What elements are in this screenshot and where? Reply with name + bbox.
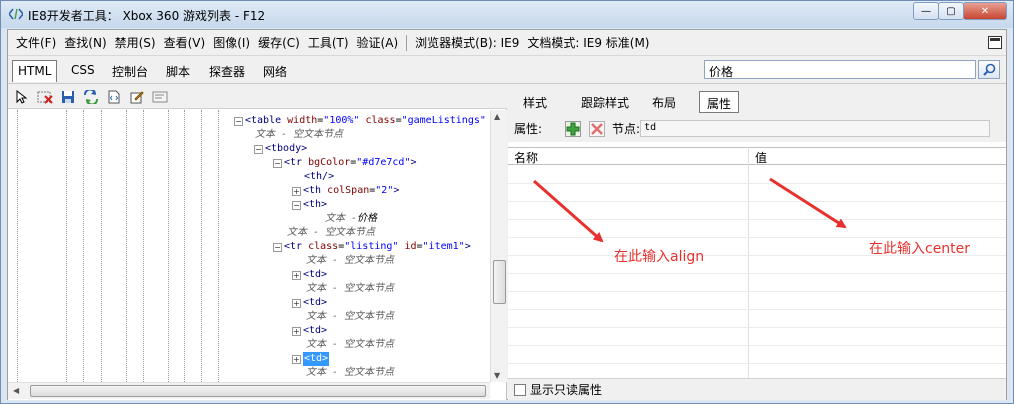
scroll-thumb[interactable] <box>30 385 486 397</box>
annotation-right: 在此输入center <box>869 241 971 257</box>
scroll-up-icon[interactable]: ▲ <box>494 112 500 121</box>
tab-network[interactable]: 网络 <box>258 60 292 82</box>
collapse-icon[interactable]: − <box>254 144 263 154</box>
scroll-thumb[interactable] <box>493 260 506 304</box>
menu-file[interactable]: 文件(F) <box>12 34 60 51</box>
tree-node-th[interactable]: <th/> <box>304 170 334 184</box>
properties-pane: 样式 跟踪样式 布局 属性 属性: 节点: td 名称 值 在此输入align … <box>508 85 1006 400</box>
clear-outline-icon[interactable] <box>37 89 53 105</box>
search-icon <box>982 63 995 76</box>
word-wrap-icon[interactable] <box>152 89 168 105</box>
collapse-icon[interactable]: − <box>273 242 282 252</box>
minimize-button[interactable]: — <box>913 2 939 20</box>
collapse-icon[interactable]: − <box>292 200 301 210</box>
window-title-area: IE8开发者工具： Xbox 360 游戏列表 - F12 <box>8 7 266 24</box>
devtools-client: 文件(F) 查找(N) 禁用(S) 查看(V) 图像(I) 缓存(C) 工具(T… <box>7 29 1007 400</box>
menu-disable[interactable]: 禁用(S) <box>111 34 160 51</box>
title-bar: IE8开发者工具： Xbox 360 游戏列表 - F12 — ▢ ✕ <box>1 1 1013 28</box>
menu-validate[interactable]: 验证(A) <box>353 34 403 51</box>
tree-node-text[interactable]: 文本 - 空文本节点 <box>306 366 394 380</box>
collapse-icon[interactable]: − <box>234 116 243 126</box>
tab-css[interactable]: CSS <box>66 60 100 82</box>
search-input[interactable]: 价格 <box>704 60 976 79</box>
tree-vertical-scrollbar[interactable]: ▲ ▼ <box>490 110 507 382</box>
tree-node-td[interactable]: + <td> <box>292 296 327 310</box>
menu-find[interactable]: 查找(N) <box>60 34 110 51</box>
show-readonly-checkbox[interactable] <box>514 383 526 396</box>
html-toolbar <box>8 85 507 109</box>
tree-node-tbody[interactable]: − <tbody> <box>254 142 307 156</box>
main-tab-bar: HTML CSS 控制台 脚本 探查器 网络 价格 <box>8 57 1006 84</box>
tab-console[interactable]: 控制台 <box>107 60 153 82</box>
expand-icon[interactable]: + <box>292 354 301 364</box>
tree-node-text[interactable]: 文本 - 空文本节点 <box>287 226 375 240</box>
tree-node-th[interactable]: − <th> <box>292 198 327 212</box>
save-icon[interactable] <box>60 89 76 105</box>
annotation-left: 在此输入align <box>614 249 705 265</box>
tab-script[interactable]: 脚本 <box>161 60 195 82</box>
tab-html[interactable]: HTML <box>12 60 58 82</box>
tree-node-table[interactable]: − <table width = "100%" class = "gameListing… <box>234 114 490 128</box>
tree-node-text[interactable]: 文本 - 空文本节点 <box>306 310 394 324</box>
tree-node-text[interactable]: 文本 - 价格 <box>325 212 377 226</box>
maximize-button[interactable]: ▢ <box>938 2 964 20</box>
tree-node-tr[interactable]: − <tr bgColor = "#d7e7cd" > <box>273 156 417 170</box>
devtools-app-icon <box>8 8 24 23</box>
tree-node-text[interactable]: 文本 - 空文本节点 <box>306 282 394 296</box>
minimize-icon: — <box>921 5 931 17</box>
scroll-down-icon[interactable]: ▼ <box>494 371 500 380</box>
edit-icon[interactable] <box>129 89 145 105</box>
menu-separator <box>406 34 408 51</box>
window-title: IE8开发者工具： Xbox 360 游戏列表 - F12 <box>28 9 266 23</box>
html-tree-pane: − <table width = "100%" class = "gameListing… <box>8 85 507 400</box>
tree-node-th[interactable]: + <th colSpan = "2" > <box>292 184 399 198</box>
tab-profiler[interactable]: 探查器 <box>204 60 250 82</box>
menu-tools[interactable]: 工具(T) <box>304 34 353 51</box>
menu-document-mode[interactable]: 文档模式: IE9 标准(M) <box>523 34 653 51</box>
undock-icon[interactable] <box>988 36 1002 49</box>
annotation-arrow-left <box>533 179 604 243</box>
tree-node-text[interactable]: 文本 - 空文本节点 <box>306 338 394 352</box>
tree-node-text[interactable]: 文本 - 空文本节点 <box>255 128 343 142</box>
select-element-icon[interactable] <box>14 89 30 105</box>
expand-icon[interactable]: + <box>292 186 301 196</box>
refresh-icon[interactable] <box>83 89 99 105</box>
annotation-arrow-right <box>769 177 847 229</box>
tree-node-td[interactable]: + <td> <box>292 268 327 282</box>
menu-bar: 文件(F) 查找(N) 禁用(S) 查看(V) 图像(I) 缓存(C) 工具(T… <box>8 30 1006 56</box>
expand-icon[interactable]: + <box>292 326 301 336</box>
dom-tree: − <table width = "100%" class = "gameListing… <box>8 110 490 382</box>
expand-icon[interactable]: + <box>292 298 301 308</box>
tree-node-td[interactable]: + <td> <box>292 324 327 338</box>
maximize-icon: ▢ <box>946 5 956 17</box>
menu-images[interactable]: 图像(I) <box>209 34 254 51</box>
tree-horizontal-scrollbar[interactable]: ◀ <box>8 382 490 399</box>
close-icon: ✕ <box>980 5 990 17</box>
tree-node-tr[interactable]: − <tr class = "listing" id = "item1" > <box>273 240 471 254</box>
devtools-window: IE8开发者工具： Xbox 360 游戏列表 - F12 — ▢ ✕ 文件(F… <box>0 0 1014 404</box>
show-readonly-label: 显示只读属性 <box>530 383 603 397</box>
readonly-toggle-row: 显示只读属性 <box>508 378 1006 400</box>
scroll-left-icon[interactable]: ◀ <box>13 386 19 395</box>
tree-node-text[interactable]: 文本 - 空文本节点 <box>306 254 394 268</box>
tree-node-td-selected[interactable]: + <td> <box>292 352 330 366</box>
menu-view[interactable]: 查看(V) <box>160 34 210 51</box>
search-button[interactable] <box>978 60 1000 79</box>
dom-view-icon[interactable] <box>106 89 122 105</box>
menu-cache[interactable]: 缓存(C) <box>254 34 304 51</box>
menu-browser-mode[interactable]: 浏览器模式(B): IE9 <box>411 34 523 51</box>
expand-icon[interactable]: + <box>292 270 301 280</box>
collapse-icon[interactable]: − <box>273 158 282 168</box>
close-button[interactable]: ✕ <box>963 2 1007 20</box>
